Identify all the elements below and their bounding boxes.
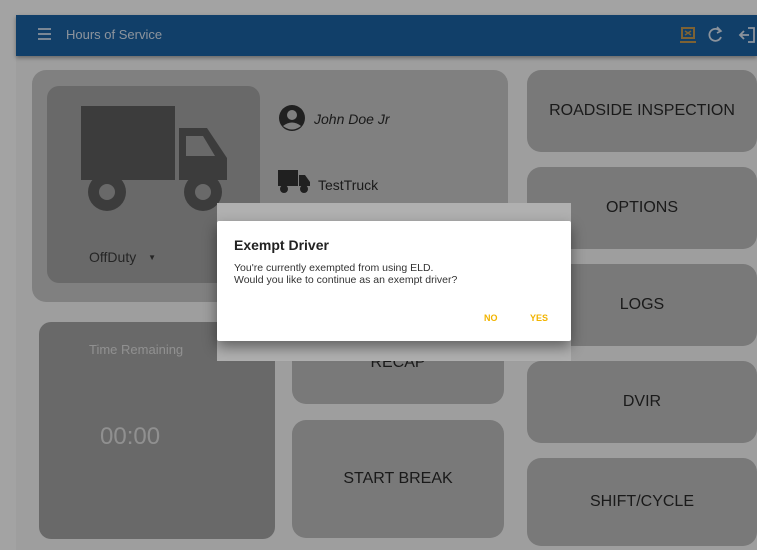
app-window: OffDuty ▼ John Doe Jr TestTruck Time Rem… xyxy=(0,0,757,550)
no-button[interactable]: NO xyxy=(484,313,498,323)
yes-button[interactable]: YES xyxy=(530,313,548,323)
dialog-message-line-1: You're currently exempted from using ELD… xyxy=(234,262,434,274)
exempt-driver-dialog: Exempt Driver You're currently exempted … xyxy=(217,221,571,341)
dialog-message: You're currently exempted from using ELD… xyxy=(234,262,554,286)
dialog-title: Exempt Driver xyxy=(234,237,329,253)
dialog-message-line-2: Would you like to continue as an exempt … xyxy=(234,274,458,286)
